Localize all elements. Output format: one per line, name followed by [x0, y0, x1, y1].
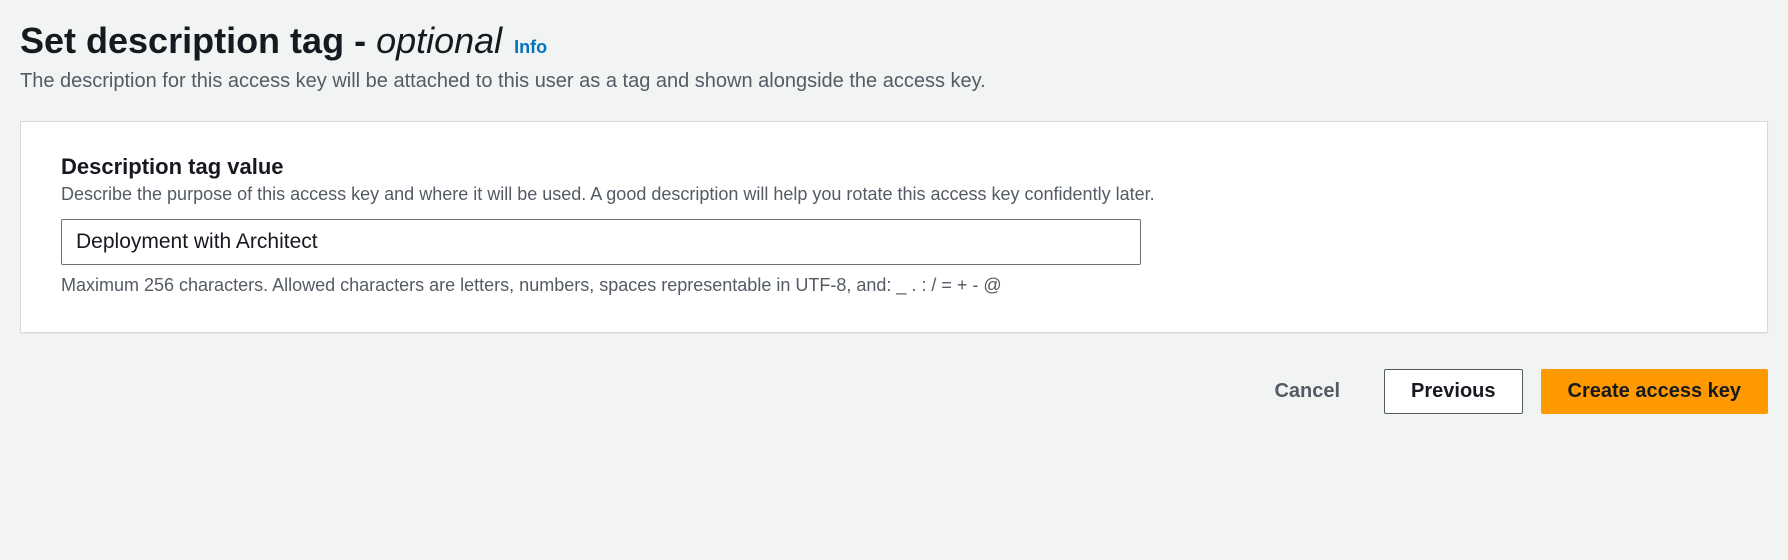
description-field-hint: Describe the purpose of this access key … — [61, 184, 1727, 205]
previous-button[interactable]: Previous — [1384, 369, 1522, 414]
description-input[interactable] — [61, 219, 1141, 265]
description-field-constraint: Maximum 256 characters. Allowed characte… — [61, 275, 1727, 296]
cancel-button[interactable]: Cancel — [1248, 370, 1366, 413]
page-title-suffix: optional — [376, 20, 502, 61]
page-title-separator: - — [344, 20, 376, 61]
page-title-row: Set description tag - optional Info — [20, 20, 1768, 62]
button-row: Cancel Previous Create access key — [20, 369, 1768, 414]
page-description: The description for this access key will… — [20, 70, 1768, 93]
page-title: Set description tag - optional — [20, 20, 502, 62]
info-link[interactable]: Info — [514, 37, 547, 58]
page-title-prefix: Set description tag — [20, 20, 344, 61]
create-access-key-button[interactable]: Create access key — [1541, 369, 1768, 414]
page-header: Set description tag - optional Info The … — [20, 20, 1768, 93]
description-field-label: Description tag value — [61, 154, 1727, 180]
form-panel: Description tag value Describe the purpo… — [20, 121, 1768, 333]
